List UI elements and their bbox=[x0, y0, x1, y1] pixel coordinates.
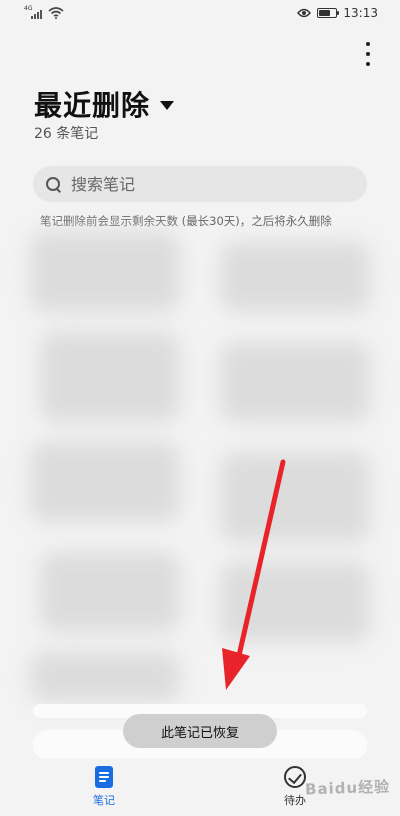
todo-icon bbox=[284, 766, 306, 788]
nav-todo-label: 待办 bbox=[284, 794, 306, 807]
nav-notes-label: 笔记 bbox=[93, 794, 115, 807]
notes-icon bbox=[95, 766, 113, 788]
nav-notes[interactable]: 笔记 bbox=[74, 766, 134, 808]
red-annotation-arrow bbox=[222, 459, 286, 690]
watermark: Baidu经验 bbox=[304, 777, 391, 799]
